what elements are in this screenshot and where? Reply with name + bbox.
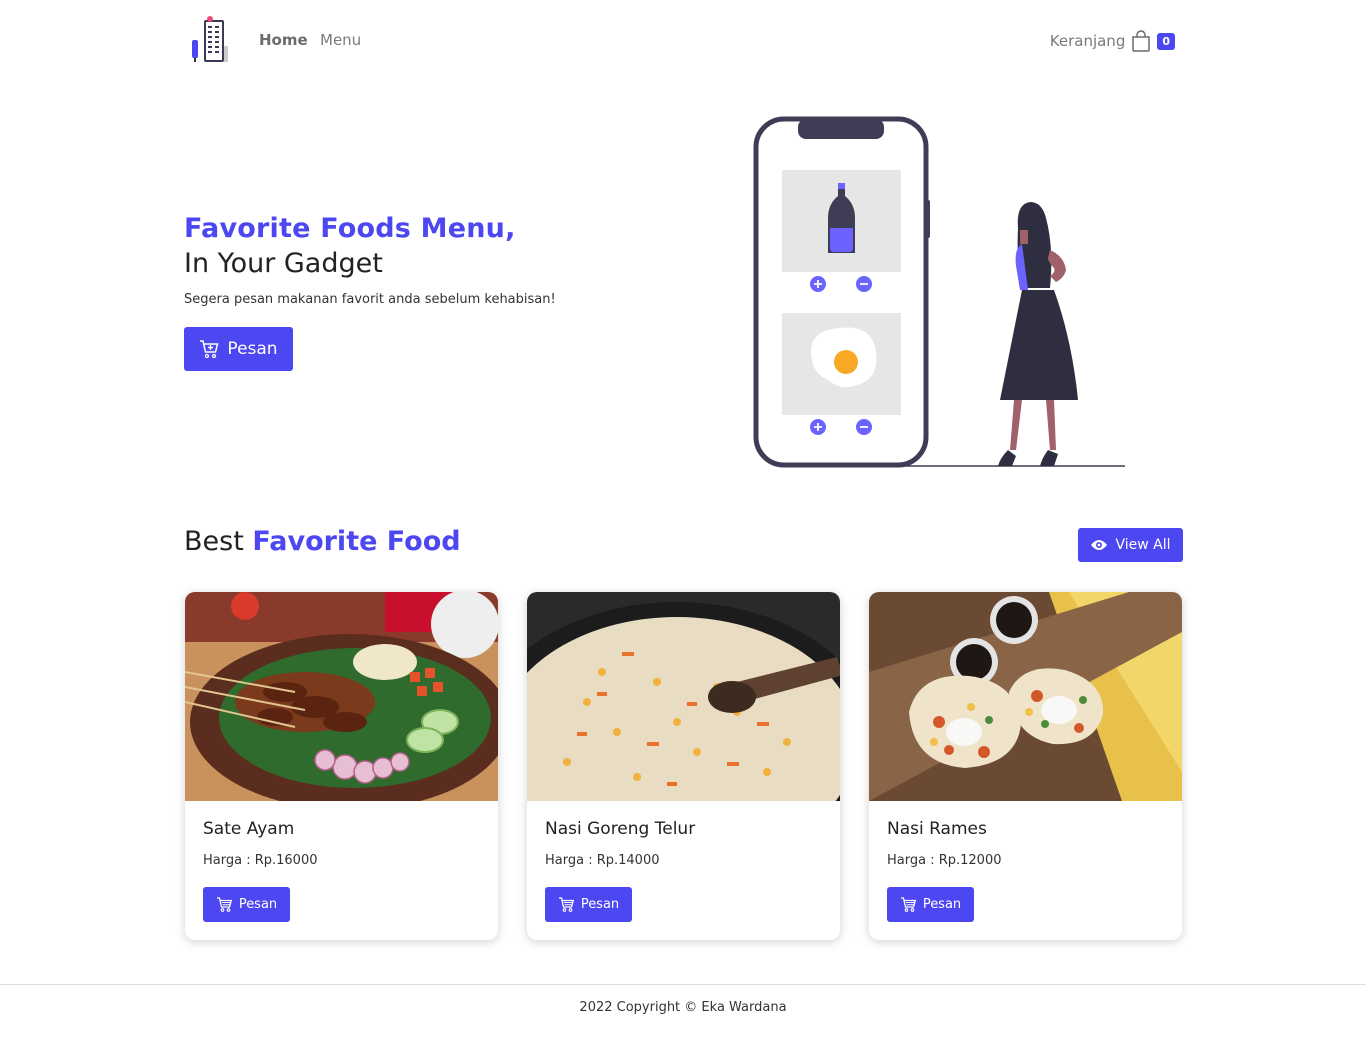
product-name: Nasi Goreng Telur [545, 819, 696, 839]
nav-home-link[interactable]: Home [259, 31, 308, 49]
order-button-label: Pesan [238, 897, 278, 912]
section-title: Best Favorite Food [184, 526, 461, 557]
hero-order-button[interactable]: Pesan [184, 327, 293, 371]
section-title-accent: Favorite Food [252, 526, 461, 557]
view-all-label: View All [1115, 537, 1171, 553]
cart-label: Keranjang [1049, 32, 1126, 50]
order-button[interactable]: Pesan [203, 887, 290, 922]
product-image-sate-ayam [185, 592, 498, 801]
footer-copyright: 2022 Copyright © Eka Wardana [579, 1000, 787, 1015]
cart-count-badge: 0 [1157, 32, 1175, 50]
order-button[interactable]: Pesan [887, 887, 974, 922]
hero-title-line2: In Your Gadget [184, 248, 383, 279]
footer-divider [0, 984, 1366, 985]
eye-icon [1091, 540, 1108, 550]
product-card: Nasi Rames Harga : Rp.12000 Pesan [869, 592, 1182, 940]
product-price: Harga : Rp.16000 [203, 853, 318, 868]
product-name: Nasi Rames [887, 819, 987, 839]
hero-subtitle: Segera pesan makanan favorit anda sebelu… [184, 292, 556, 307]
view-all-button[interactable]: View All [1078, 528, 1183, 562]
navbar: Home Menu Keranjang 0 [184, 14, 1183, 66]
section-title-plain: Best [184, 526, 244, 557]
order-button-label: Pesan [922, 897, 962, 912]
phone-ordering-illustration [753, 116, 1125, 468]
cart-icon [558, 897, 574, 912]
product-image-nasi-goreng-telur [527, 592, 840, 801]
product-card: Sate Ayam Harga : Rp.16000 Pesan [185, 592, 498, 940]
cart-plus-icon [200, 340, 219, 359]
product-name: Sate Ayam [203, 819, 295, 839]
hero-order-button-label: Pesan [227, 339, 278, 359]
order-button[interactable]: Pesan [545, 887, 632, 922]
product-cards: Sate Ayam Harga : Rp.16000 Pesan Nasi Go… [185, 592, 1183, 940]
product-image-nasi-rames [869, 592, 1182, 801]
building-logo-icon[interactable] [190, 16, 232, 64]
product-price: Harga : Rp.12000 [887, 853, 1002, 868]
cart-icon [900, 897, 916, 912]
product-card: Nasi Goreng Telur Harga : Rp.14000 Pesan [527, 592, 840, 940]
order-button-label: Pesan [580, 897, 620, 912]
hero-title-line1: Favorite Foods Menu, [184, 213, 516, 244]
product-price: Harga : Rp.14000 [545, 853, 660, 868]
nav-menu-link[interactable]: Menu [320, 31, 361, 49]
shopping-bag-icon [1132, 30, 1151, 52]
cart-link[interactable]: Keranjang 0 [1050, 28, 1175, 54]
cart-icon [216, 897, 232, 912]
